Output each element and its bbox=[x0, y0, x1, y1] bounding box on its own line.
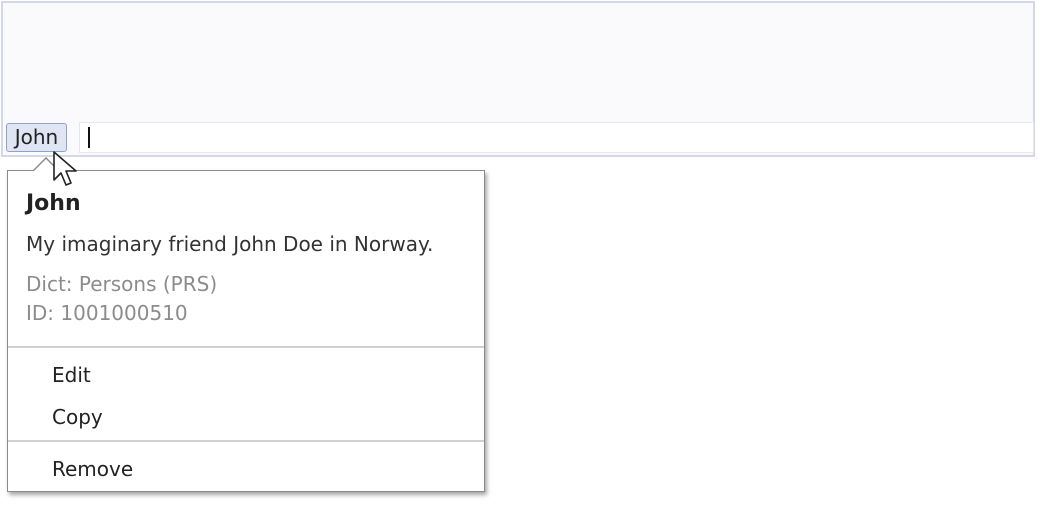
popup-description: My imaginary friend John Doe in Norway. bbox=[26, 232, 434, 256]
tag-text-input[interactable] bbox=[79, 122, 1034, 153]
popup-id-info: ID: 1001000510 bbox=[26, 301, 188, 325]
popup-divider-top bbox=[8, 346, 484, 348]
popup-dict-info: Dict: Persons (PRS) bbox=[26, 272, 218, 296]
menu-item-edit[interactable]: Edit bbox=[8, 355, 484, 395]
menu-item-remove[interactable]: Remove bbox=[8, 449, 484, 489]
menu-item-copy[interactable]: Copy bbox=[8, 397, 484, 437]
popup-divider-bottom bbox=[8, 440, 484, 442]
token-context-popup: John My imaginary friend John Doe in Nor… bbox=[7, 157, 485, 492]
popup-title: John bbox=[26, 191, 81, 216]
tag-token-john[interactable]: John bbox=[6, 123, 67, 152]
text-caret bbox=[88, 127, 90, 148]
mouse-pointer-icon bbox=[53, 151, 77, 186]
